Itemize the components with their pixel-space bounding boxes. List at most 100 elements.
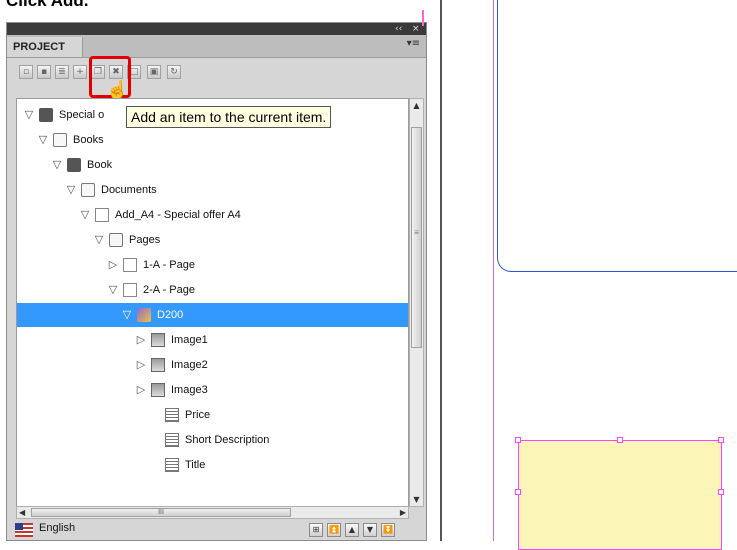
tree-vertical-scrollbar[interactable]: ▲ ≡ ▼ (409, 98, 424, 507)
tree-item-label: Book (87, 159, 113, 171)
scroll-right-icon[interactable]: ▶ (400, 507, 406, 518)
resize-handle[interactable] (617, 437, 623, 443)
tree-item[interactable]: ▽ D200 (17, 303, 408, 327)
expand-triangle-icon[interactable]: ▽ (79, 203, 91, 227)
panel-edge-marker (422, 10, 424, 26)
tree-item-label: Books (73, 134, 104, 146)
move-bottom-icon[interactable]: ⏬ (381, 523, 395, 537)
panel-title-strip: ‹‹ × (7, 23, 426, 35)
scroll-up-icon[interactable]: ▲ (410, 101, 423, 110)
expand-triangle-icon[interactable]: ▽ (51, 153, 63, 177)
tree-item-label: Image3 (171, 384, 208, 396)
tree-item[interactable]: ▷ Image1 (17, 328, 408, 352)
expand-triangle-icon[interactable]: ▽ (37, 128, 49, 152)
tree-item-label: Title (185, 459, 206, 471)
tree-item-label: Add_A4 - Special offer A4 (115, 209, 241, 221)
resize-handle[interactable] (515, 437, 521, 443)
add-item-icon[interactable]: + (73, 65, 87, 79)
doc-icon (95, 208, 109, 222)
tree-item-label: Image2 (171, 359, 208, 371)
project-tree: ▽ Special o ▽ Books ▽ Book ▽ Documents ▽ Add_A4 -… (16, 98, 409, 507)
move-top-icon[interactable]: ⏫ (327, 523, 341, 537)
panel-toolbar: ▫ ▪ ≣ + ❐ ✖ □ ▣ ↻ (7, 58, 426, 86)
tree-item-label: 2-A - Page (143, 284, 195, 296)
folder-icon (109, 233, 123, 247)
tree-item[interactable]: ▽ 2-A - Page (17, 278, 408, 302)
window-divider (440, 0, 442, 541)
expand-triangle-icon[interactable]: ▽ (107, 278, 119, 302)
tree-item-label: 1-A - Page (143, 259, 195, 271)
expand-triangle-icon[interactable]: ▽ (121, 303, 133, 327)
scroll-thumb[interactable]: ≡ (411, 127, 422, 348)
folder-icon (81, 183, 95, 197)
tree-item[interactable]: Title (17, 453, 408, 477)
selected-text-frame[interactable] (515, 437, 724, 550)
save-icon[interactable]: ▪ (37, 65, 51, 79)
tree-item-label: Short Description (185, 434, 270, 446)
resize-handle[interactable] (718, 489, 724, 495)
refresh-icon[interactable]: ↻ (167, 65, 181, 79)
expand-triangle-icon[interactable]: ▽ (65, 178, 77, 202)
scroll-left-icon[interactable]: ◀ (19, 507, 25, 518)
scroll-down-icon[interactable]: ▼ (410, 495, 423, 504)
add-item-tooltip: Add an item to the current item. (126, 106, 332, 128)
panel-menu-icon[interactable]: ▾≡ (407, 38, 420, 49)
tree-item-label: Documents (101, 184, 157, 196)
tree-item[interactable]: ▷ Image2 (17, 353, 408, 377)
instruction-heading: Click Add. (6, 0, 89, 10)
tree-item[interactable]: ▷ 1-A - Page (17, 253, 408, 277)
expand-all-icon[interactable]: ⊞ (309, 523, 323, 537)
image-icon (151, 333, 165, 347)
book-icon (67, 158, 81, 172)
tree-item[interactable]: Short Description (17, 428, 408, 452)
tree-item[interactable]: Price (17, 403, 408, 427)
panel-bottom-bar: English ⊞ ⏫ ▲ ▼ ⏬ (7, 519, 426, 541)
group-icon (137, 308, 151, 322)
hscroll-thumb[interactable]: III (31, 508, 291, 517)
collapsed-triangle-icon[interactable]: ▷ (107, 253, 119, 277)
tree-item-label: Special o (59, 109, 105, 121)
tree-horizontal-scrollbar[interactable]: ◀ III ▶ (16, 506, 409, 519)
expand-triangle-icon[interactable]: ▽ (23, 103, 35, 127)
move-up-icon[interactable]: ▲ (345, 523, 359, 537)
scroll-grip-icon: ≡ (414, 228, 419, 237)
tree-item[interactable]: ▽ Add_A4 - Special offer A4 (17, 203, 408, 227)
page-icon (123, 258, 137, 272)
us-flag-icon[interactable] (15, 523, 33, 537)
tree-item-label: Image1 (171, 334, 208, 346)
tree-item[interactable]: ▽ Book (17, 153, 408, 177)
tree-item[interactable]: ▽ Pages (17, 228, 408, 252)
resize-handle[interactable] (515, 489, 521, 495)
tree-item-label: Price (185, 409, 211, 421)
panel-tab-row: PROJECT ▾≡ (7, 35, 426, 58)
collapsed-triangle-icon[interactable]: ▷ (135, 353, 147, 377)
text-icon (165, 458, 179, 472)
tree-item[interactable]: ▷ Image3 (17, 378, 408, 402)
image-icon (151, 383, 165, 397)
page-margin-guide (493, 0, 494, 541)
page-frame-outline[interactable] (497, 0, 737, 272)
tab-project[interactable]: PROJECT (7, 37, 83, 57)
folder-icon (53, 133, 67, 147)
text-icon (165, 408, 179, 422)
project-panel: ‹‹ × PROJECT ▾≡ ▫ ▪ ≣ + ❐ ✖ □ ▣ ↻ ☝ ▽ Special o ▽ B… (6, 22, 427, 541)
move-down-icon[interactable]: ▼ (363, 523, 377, 537)
book-icon (39, 108, 53, 122)
collapsed-triangle-icon[interactable]: ▷ (135, 378, 147, 402)
resize-handle[interactable] (718, 437, 724, 443)
collapsed-triangle-icon[interactable]: ▷ (135, 328, 147, 352)
close-panel-icon[interactable]: × (412, 23, 420, 35)
page-icon (123, 283, 137, 297)
preview-icon[interactable]: ▣ (147, 65, 161, 79)
open-icon[interactable]: ▫ (19, 65, 33, 79)
text-icon (165, 433, 179, 447)
language-label[interactable]: English (39, 522, 75, 534)
collapse-panel-icon[interactable]: ‹‹ (395, 23, 402, 35)
tree-item[interactable]: ▽ Documents (17, 178, 408, 202)
tree-item[interactable]: ▽ Books (17, 128, 408, 152)
image-icon (151, 358, 165, 372)
expand-triangle-icon[interactable]: ▽ (93, 228, 105, 252)
properties-icon[interactable]: ≣ (55, 65, 69, 79)
tree-item-label: Pages (129, 234, 161, 246)
tree-item-label: D200 (157, 309, 184, 321)
